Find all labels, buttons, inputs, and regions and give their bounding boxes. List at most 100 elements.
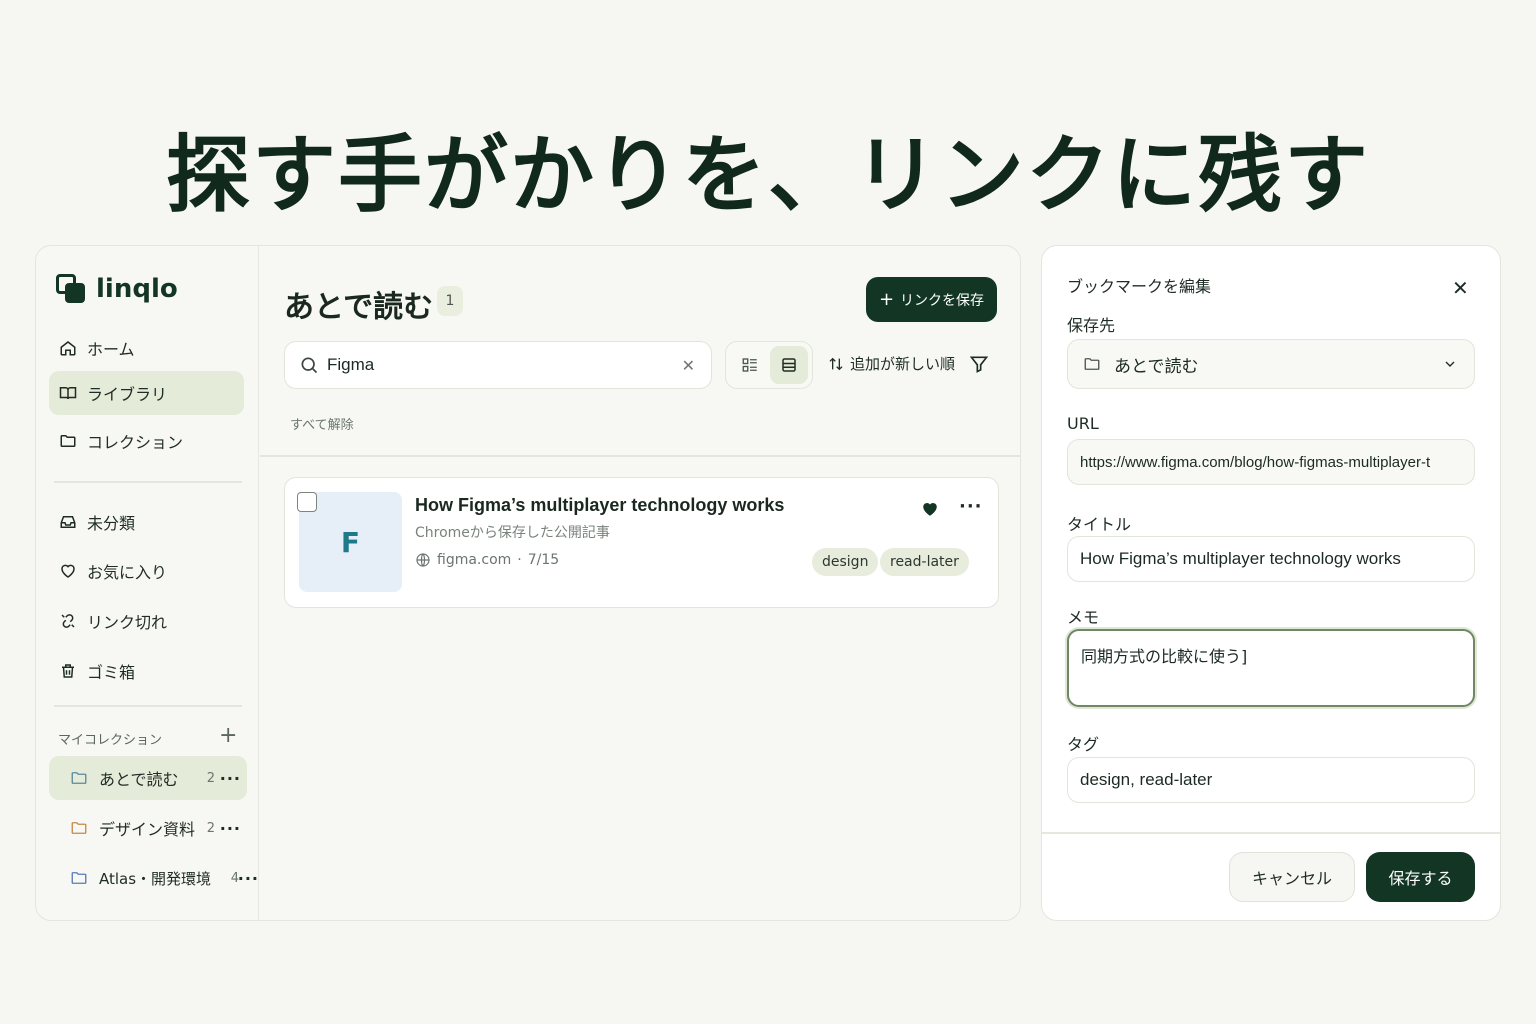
hero-headline: 探す手がかりを、リンクに残す [165, 126, 1370, 224]
collection-label: あとで読む [99, 770, 179, 789]
bookmark-domain: figma.com [437, 552, 512, 568]
folder-icon [1084, 358, 1100, 370]
main-divider [260, 455, 1020, 457]
select-checkbox[interactable] [297, 492, 317, 512]
meta-separator: · [517, 552, 522, 568]
sidebar-item-label: ホーム [87, 340, 135, 359]
trash-icon [62, 664, 74, 678]
destination-label: 保存先 [1067, 316, 1116, 335]
clear-all-link[interactable]: すべて解除 [290, 414, 354, 433]
card-view-button[interactable] [769, 346, 808, 384]
collection-item-atlas[interactable]: Atlas・開発環境 4 ··· [49, 856, 259, 900]
sidebar-item-label: 未分類 [87, 514, 136, 533]
url-label: URL [1067, 414, 1099, 433]
compact-list-icon [742, 358, 757, 372]
bookmark-subtitle: Chromeから保存した公開記事 [415, 525, 610, 541]
sidebar: linqlo ホーム ライブラリ コレクション 未分類 お気に入り リンク切れ [36, 246, 259, 920]
url-field[interactable]: https://www.figma.com/blog/how-figmas-mu… [1067, 439, 1475, 485]
collection-item-read-later[interactable]: あとで読む 2 ··· [49, 756, 247, 800]
card-more-button[interactable]: ··· [959, 496, 983, 517]
search-icon [301, 357, 318, 374]
collection-label: デザイン資料 [99, 820, 196, 839]
globe-icon [416, 553, 430, 567]
panel-title: ブックマークを編集 [1067, 277, 1212, 296]
close-icon[interactable]: ✕ [1452, 276, 1469, 300]
sort-icon [829, 357, 843, 370]
folder-icon [71, 822, 87, 834]
collection-more-button[interactable]: ··· [220, 819, 241, 838]
favorite-button[interactable] [921, 500, 939, 522]
app-window: linqlo ホーム ライブラリ コレクション 未分類 お気に入り リンク切れ [35, 245, 1021, 921]
sort-label: 追加が新しい順 [850, 355, 956, 373]
sidebar-item-favorites[interactable]: お気に入り [49, 549, 244, 593]
sidebar-item-label: ゴミ箱 [87, 663, 136, 682]
folder-icon [71, 872, 87, 884]
collection-count: 2 [206, 820, 215, 836]
edit-bookmark-panel: ブックマークを編集 ✕ 保存先 あとで読む URL https://www.fi… [1041, 245, 1501, 921]
tag-chip[interactable]: read-later [880, 548, 969, 576]
bookmark-title[interactable]: How Figma’s multiplayer technology works [415, 495, 784, 516]
panel-divider [1042, 832, 1500, 834]
save-link-button[interactable]: + リンクを保存 [866, 277, 997, 322]
cancel-button[interactable]: キャンセル [1229, 852, 1355, 902]
bookmark-meta: figma.com · 7/15 [415, 552, 559, 568]
collection-label: Atlas・開発環境 [99, 869, 212, 888]
clear-search-icon[interactable]: ✕ [682, 356, 695, 375]
sidebar-item-unsorted[interactable]: 未分類 [49, 500, 244, 544]
bookmark-card[interactable]: F How Figma’s multiplayer technology wor… [284, 477, 999, 608]
logo-icon [56, 274, 86, 304]
sort-dropdown[interactable]: 追加が新しい順 [828, 353, 955, 374]
broken-link-icon [61, 614, 75, 628]
sidebar-item-collections[interactable]: コレクション [49, 419, 244, 463]
logo[interactable]: linqlo [56, 274, 178, 304]
filter-button[interactable] [969, 354, 989, 378]
bookmark-date: 7/15 [527, 552, 560, 568]
sidebar-item-library[interactable]: ライブラリ [49, 371, 244, 415]
heart-icon [61, 564, 75, 578]
search-box[interactable]: ✕ [284, 341, 712, 389]
list-view-button[interactable] [731, 346, 769, 384]
sidebar-divider [54, 481, 242, 483]
save-button[interactable]: 保存する [1366, 852, 1475, 902]
heart-filled-icon [923, 503, 937, 516]
memo-field[interactable]: 同期方式の比較に使う] [1067, 629, 1475, 707]
folder-icon [60, 435, 76, 447]
sidebar-item-label: リンク切れ [87, 613, 168, 632]
sidebar-item-label: お気に入り [87, 563, 168, 582]
title-field[interactable]: How Figma’s multiplayer technology works [1067, 536, 1475, 582]
view-toggle [725, 341, 813, 389]
add-collection-button[interactable]: + [219, 723, 237, 748]
collection-item-design[interactable]: デザイン資料 2 ··· [49, 806, 247, 850]
save-link-label: リンクを保存 [900, 292, 985, 309]
collection-more-button[interactable]: ··· [220, 769, 241, 788]
sidebar-item-label: ライブラリ [87, 385, 168, 404]
folder-icon [71, 772, 87, 784]
search-input[interactable] [327, 355, 667, 375]
tag-label: タグ [1067, 735, 1100, 754]
page-title: あとで読む [284, 290, 434, 325]
sidebar-item-home[interactable]: ホーム [49, 326, 244, 370]
sidebar-item-trash[interactable]: ゴミ箱 [49, 649, 244, 693]
tag-field[interactable]: design, read-later [1067, 757, 1475, 803]
destination-value: あとで読む [1114, 356, 1199, 377]
sidebar-item-label: コレクション [87, 433, 184, 452]
sidebar-divider [54, 705, 242, 707]
logo-text: linqlo [96, 274, 178, 304]
title-label: タイトル [1067, 515, 1132, 534]
sidebar-item-broken-links[interactable]: リンク切れ [49, 599, 244, 643]
destination-select[interactable]: あとで読む [1067, 339, 1475, 389]
collection-count: 2 [206, 770, 215, 786]
card-list-icon [781, 358, 796, 372]
home-icon [60, 341, 76, 356]
item-count-badge: 1 [437, 286, 463, 316]
tag-chip[interactable]: design [812, 548, 879, 576]
inbox-icon [60, 516, 76, 528]
chevron-down-icon [1445, 361, 1455, 367]
my-collections-label: マイコレクション [58, 733, 163, 748]
book-icon [59, 387, 77, 400]
memo-label: メモ [1067, 608, 1100, 627]
filter-icon [969, 356, 989, 373]
collection-more-button[interactable]: ··· [238, 869, 259, 888]
main-content: あとで読む 1 + リンクを保存 ✕ 追加が新しい順 すべて解除 [260, 246, 1020, 920]
plus-icon: + [878, 289, 895, 310]
